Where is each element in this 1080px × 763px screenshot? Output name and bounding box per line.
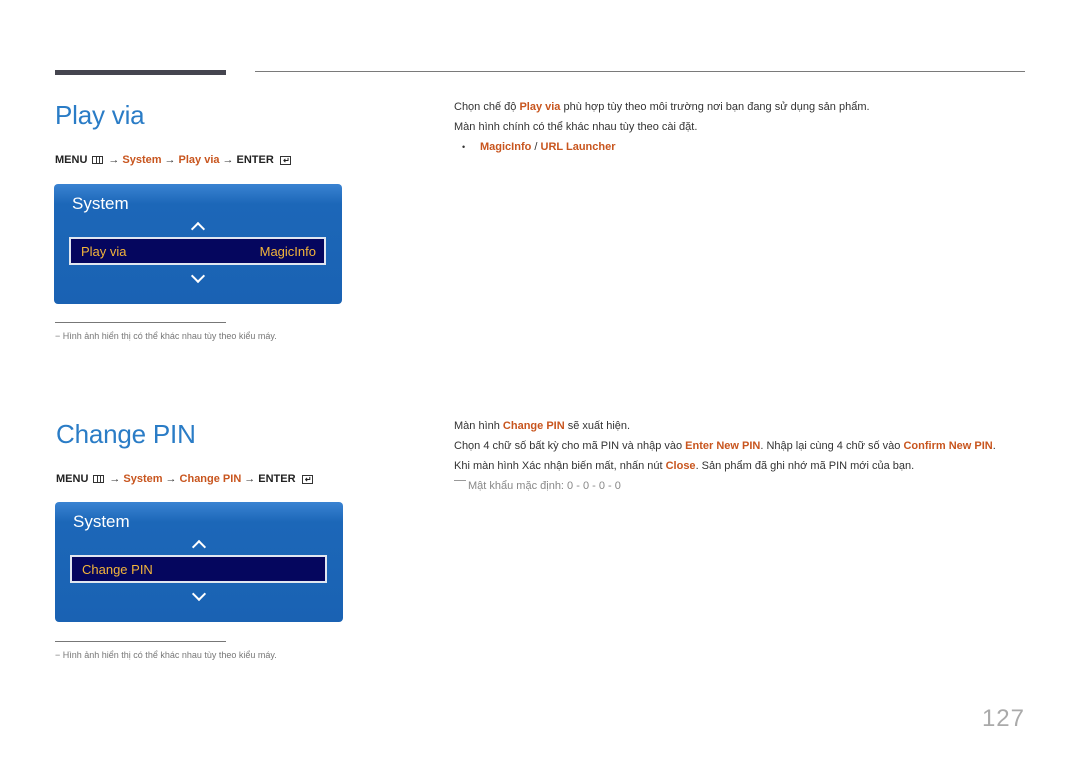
play-via-description-line2: Màn hình chính có thể khác nhau tùy theo…	[454, 121, 698, 133]
menu-label: MENU	[55, 154, 88, 166]
arrow-icon: →	[165, 473, 177, 485]
menu-path-system: System	[123, 473, 163, 485]
menu-label: MENU	[56, 473, 89, 485]
image-note: − Hình ảnh hiển thị có thể khác nhau tùy…	[55, 331, 277, 341]
note-divider	[55, 322, 226, 323]
text: .	[992, 440, 996, 452]
menu-icon	[92, 156, 104, 164]
change-pin-description-line3: Khi màn hình Xác nhận biến mất, nhấn nút…	[454, 460, 914, 472]
osd-row-change-pin[interactable]: Change PIN	[70, 555, 327, 583]
option-url-launcher: URL Launcher	[540, 141, 616, 153]
text: phù hợp tùy theo môi trường nơi bạn đang…	[560, 101, 870, 113]
osd-row-play-via[interactable]: Play via MagicInfo	[69, 237, 326, 265]
change-pin-description-line1: Màn hình Change PIN sẽ xuất hiện.	[454, 420, 630, 432]
page-number: 127	[981, 705, 1025, 732]
menu-path-system: System	[122, 154, 162, 166]
play-via-description-line1: Chọn chế độ Play via phù hợp tùy theo mô…	[454, 101, 870, 113]
arrow-icon: →	[164, 154, 176, 166]
header-rule-thick	[55, 70, 226, 75]
menu-path-item: Play via	[178, 154, 220, 166]
text: Chọn 4 chữ số bất kỳ cho mã PIN và nhập …	[454, 440, 686, 452]
osd-row-label: Change PIN	[82, 561, 153, 577]
menu-path-change-pin: MENU → System → Change PIN → ENTER ↵	[56, 473, 313, 485]
osd-system-menu: System Change PIN	[55, 502, 343, 622]
header-rule-thin	[255, 71, 1025, 72]
text: Màn hình	[454, 420, 503, 432]
menu-path-item: Change PIN	[179, 473, 242, 485]
chevron-up-icon[interactable]	[190, 221, 206, 237]
osd-title: System	[72, 194, 129, 213]
enter-label: ENTER	[236, 154, 274, 166]
change-pin-description-line2: Chọn 4 chữ số bất kỳ cho mã PIN và nhập …	[454, 440, 996, 452]
text: Chọn chế độ	[454, 101, 520, 113]
osd-row-value: MagicInfo	[259, 243, 316, 259]
enter-icon: ↵	[279, 155, 291, 165]
highlight-play-via: Play via	[519, 101, 561, 113]
text: . Sản phẩm đã ghi nhớ mã PIN mới của bạn…	[695, 460, 915, 472]
enter-icon: ↵	[301, 474, 313, 484]
section-title-play-via: Play via	[55, 100, 145, 130]
highlight-close: Close	[665, 460, 696, 472]
highlight-confirm-new-pin: Confirm New PIN	[903, 440, 993, 452]
play-via-options: • MagicInfo / URL Launcher	[462, 141, 616, 153]
bullet-icon: •	[462, 142, 466, 152]
chevron-down-icon[interactable]	[190, 268, 206, 284]
osd-row-label: Play via	[81, 243, 127, 259]
default-pin-note: Mật khẩu mặc định: 0 - 0 - 0 - 0	[454, 480, 621, 492]
default-pin-text: Mật khẩu mặc định: 0 - 0 - 0 - 0	[468, 480, 621, 492]
arrow-icon: →	[108, 154, 120, 166]
separator: /	[531, 141, 541, 153]
osd-system-menu: System Play via MagicInfo	[54, 184, 342, 304]
arrow-icon: →	[222, 154, 234, 166]
option-magicinfo: MagicInfo	[480, 141, 532, 153]
chevron-down-icon[interactable]	[191, 586, 207, 602]
text: . Nhập lại cùng 4 chữ số vào	[760, 440, 904, 452]
enter-label: ENTER	[258, 473, 296, 485]
menu-path-play-via: MENU → System → Play via → ENTER ↵	[55, 154, 291, 166]
note-dash-icon	[454, 480, 466, 481]
menu-icon	[93, 475, 105, 483]
highlight-enter-new-pin: Enter New PIN	[685, 440, 761, 452]
chevron-up-icon[interactable]	[191, 539, 207, 555]
text: Khi màn hình Xác nhận biến mất, nhấn nút	[454, 460, 666, 472]
image-note: − Hình ảnh hiển thị có thể khác nhau tùy…	[55, 650, 277, 660]
arrow-icon: →	[109, 473, 121, 485]
note-divider	[55, 641, 226, 642]
text: sẽ xuất hiện.	[564, 420, 631, 432]
highlight-change-pin: Change PIN	[502, 420, 565, 432]
arrow-icon: →	[244, 473, 256, 485]
section-title-change-pin: Change PIN	[56, 419, 196, 449]
osd-title: System	[73, 512, 130, 531]
